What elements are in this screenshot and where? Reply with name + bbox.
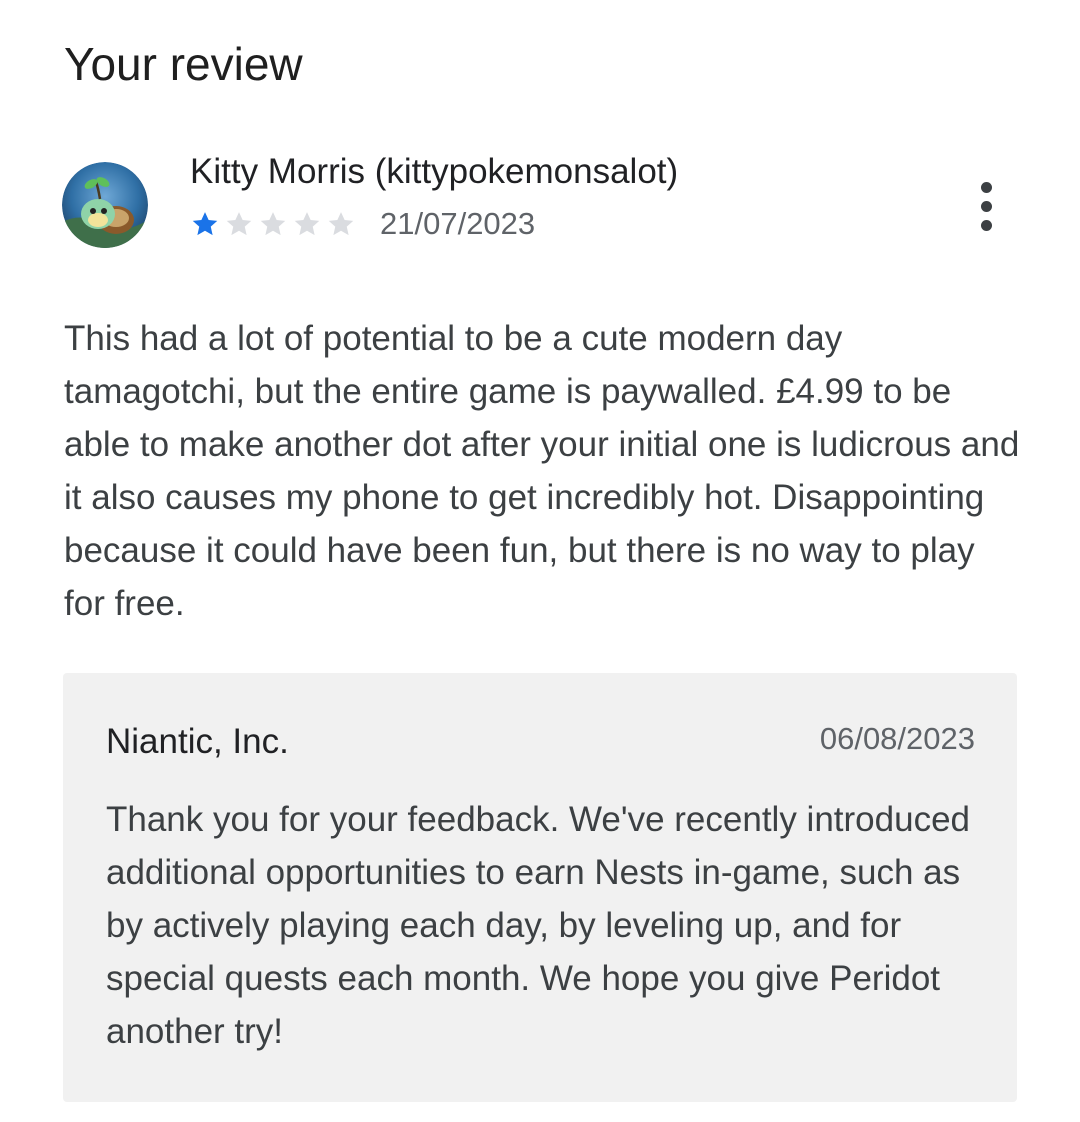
more-vert-icon-dot [980, 219, 992, 231]
turtle-avatar-icon [62, 162, 148, 248]
reviewer-name: Kitty Morris (kittypokemonsalot) [190, 152, 679, 191]
developer-name: Niantic, Inc. [106, 722, 289, 761]
star-filled-icon [192, 212, 218, 236]
more-options-button[interactable] [962, 176, 1010, 236]
star-rating [190, 209, 360, 239]
star-empty-icon [226, 212, 252, 236]
page-title: Your review [64, 38, 303, 90]
more-vert-icon-dot [980, 200, 992, 212]
user-avatar[interactable] [62, 162, 148, 248]
star-empty-icon [260, 212, 286, 236]
review-date: 21/07/2023 [380, 206, 536, 241]
star-empty-icon [328, 212, 354, 236]
more-vert-icon-dot [980, 181, 992, 193]
reply-text: Thank you for your feedback. We've recen… [106, 800, 970, 1051]
developer-reply: Niantic, Inc. 06/08/2023 Thank you for y… [63, 673, 1017, 1102]
rating-row: 21/07/2023 [190, 202, 535, 246]
star-empty-icon [294, 212, 320, 236]
review-text: This had a lot of potential to be a cute… [64, 319, 1020, 623]
reply-date: 06/08/2023 [819, 721, 975, 756]
